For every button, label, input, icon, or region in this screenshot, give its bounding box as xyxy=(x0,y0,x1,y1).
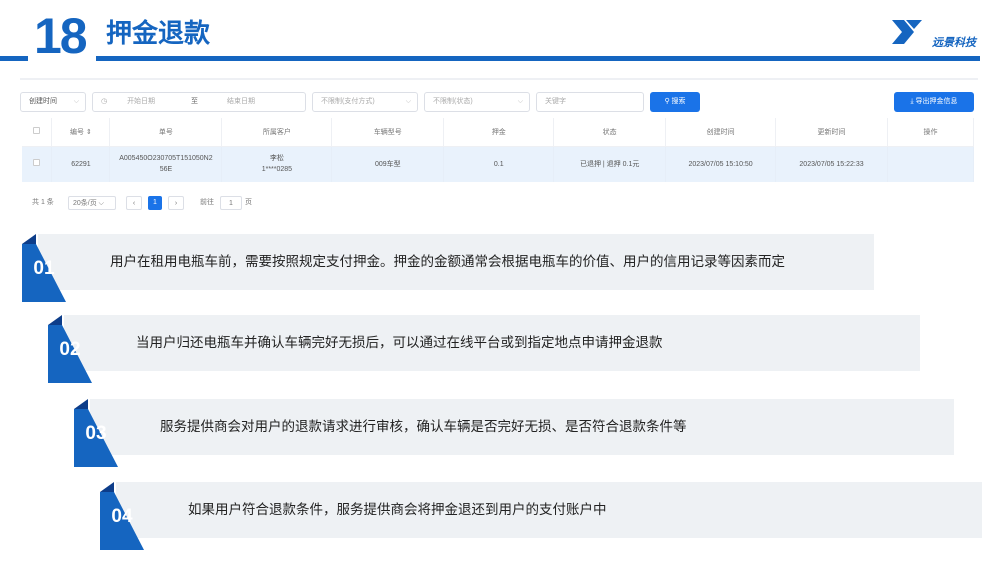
header-bar-right xyxy=(96,56,980,61)
step-1: 用户在租用电瓶车前，需要按照规定支付押金。押金的金额通常会根据电瓶车的价值、用户… xyxy=(38,234,874,290)
step-badge-03: 03 xyxy=(74,399,118,467)
page-size-select[interactable]: 20条/页 ⌵ xyxy=(68,196,116,210)
row-checkbox[interactable] xyxy=(22,146,53,182)
prev-page-button[interactable]: ‹ xyxy=(126,196,142,210)
search-icon: ⚲ xyxy=(664,98,670,105)
cell-updated: 2023/07/05 15:22:33 xyxy=(775,146,888,182)
status-select[interactable]: 不限制(状态) ⌵ xyxy=(424,92,530,112)
table-header-row: 编号 ⇕ 单号 所属客户 车辆型号 押金 状态 创建时间 更新时间 操作 xyxy=(22,118,974,147)
chevron-down-icon: ⌵ xyxy=(517,98,523,105)
column-header: 车辆型号 xyxy=(331,118,445,147)
goto-label: 前往 xyxy=(200,199,214,206)
column-header: 创建时间 xyxy=(665,118,777,147)
step-number: 01 xyxy=(33,258,55,279)
page-unit: 页 xyxy=(245,199,252,206)
table-row[interactable]: 62291 A005450O230705T151050N2 56E 李松 1****… xyxy=(22,146,974,182)
step-number: 03 xyxy=(85,423,107,444)
date-type-value: 创建时间 xyxy=(29,98,57,105)
column-header: 单号 xyxy=(109,118,223,147)
goto-page-input[interactable]: 1 xyxy=(220,196,242,210)
step-3: 服务提供商会对用户的退款请求进行审核，确认车辆是否完好无损、是否符合退款条件等 xyxy=(90,399,954,455)
cell-created: 2023/07/05 15:10:50 xyxy=(665,146,777,182)
page-title: 押金退款 xyxy=(106,19,211,49)
step-number: 04 xyxy=(111,506,133,527)
cell-customer: 李松 1****0285 xyxy=(221,146,333,182)
deposit-admin-panel: 创建时间 ⌵ ◷ 开始日期 至 结束日期 不限制(支付方式) ⌵ 不限制(状态) ⌵ … xyxy=(20,78,978,216)
total-count: 共 1 条 xyxy=(32,199,54,206)
chevron-down-icon: ⌵ xyxy=(73,98,79,105)
export-button[interactable]: ⤓ 导出押金信息 xyxy=(894,92,974,112)
next-page-button[interactable]: › xyxy=(168,196,184,210)
date-separator: 至 xyxy=(191,98,198,105)
step-badge-01: 01 xyxy=(22,234,66,302)
step-badge-02: 02 xyxy=(48,315,92,383)
cell-actions xyxy=(887,146,974,182)
deposit-table: 编号 ⇕ 单号 所属客户 车辆型号 押金 状态 创建时间 更新时间 操作 622… xyxy=(22,118,974,182)
search-button[interactable]: ⚲ 搜索 xyxy=(650,92,700,112)
cell-deposit: 0.1 xyxy=(443,146,555,182)
cell-id: 62291 xyxy=(51,146,111,182)
cell-model: 009车型 xyxy=(331,146,445,182)
cell-order: A005450O230705T151050N2 56E xyxy=(109,146,223,182)
status-value: 不限制(状态) xyxy=(433,98,473,105)
step-text: 当用户归还电瓶车并确认车辆完好无损后，可以通过在线平台或到指定地点申请押金退款 xyxy=(136,335,663,351)
pay-method-value: 不限制(支付方式) xyxy=(321,98,375,105)
column-header: 押金 xyxy=(443,118,555,147)
download-icon: ⤓ xyxy=(910,98,914,105)
column-header: 更新时间 xyxy=(775,118,888,147)
date-type-select[interactable]: 创建时间 ⌵ xyxy=(20,92,86,112)
keyword-placeholder: 关键字 xyxy=(545,98,566,105)
logo-text: 远景科技 xyxy=(932,36,976,49)
column-header[interactable]: 编号 ⇕ xyxy=(51,118,111,147)
search-button-label: 搜索 xyxy=(671,98,686,105)
step-badge-04: 04 xyxy=(100,482,144,550)
end-date-input[interactable]: 结束日期 xyxy=(227,93,255,111)
step-text: 用户在租用电瓶车前，需要按照规定支付押金。押金的金额通常会根据电瓶车的价值、用户… xyxy=(110,254,785,270)
header-bar-left xyxy=(0,56,28,61)
section-number: 18 xyxy=(34,8,88,64)
step-text: 服务提供商会对用户的退款请求进行审核，确认车辆是否完好无损、是否符合退款条件等 xyxy=(160,419,687,435)
column-header: 操作 xyxy=(887,118,974,147)
date-range-picker[interactable]: ◷ 开始日期 至 结束日期 xyxy=(92,92,306,112)
step-2: 当用户归还电瓶车并确认车辆完好无损后，可以通过在线平台或到指定地点申请押金退款 xyxy=(64,315,920,371)
column-header: 所属客户 xyxy=(221,118,333,147)
filter-bar: 创建时间 ⌵ ◷ 开始日期 至 结束日期 不限制(支付方式) ⌵ 不限制(状态) ⌵ … xyxy=(20,92,978,112)
sort-icon: ⇕ xyxy=(85,128,92,136)
export-button-label: 导出押金信息 xyxy=(915,98,958,105)
keyword-input[interactable]: 关键字 xyxy=(536,92,644,112)
clock-icon: ◷ xyxy=(101,98,108,105)
current-page[interactable]: 1 xyxy=(148,196,162,210)
step-4: 如果用户符合退款条件，服务提供商会将押金退还到用户的支付账户中 xyxy=(116,482,982,538)
cell-status: 已退押 | 退押 0.1元 xyxy=(553,146,667,182)
step-number: 02 xyxy=(59,339,81,360)
select-all-checkbox[interactable] xyxy=(22,118,53,147)
chevron-down-icon: ⌵ xyxy=(405,98,411,105)
column-header: 状态 xyxy=(553,118,667,147)
step-text: 如果用户符合退款条件，服务提供商会将押金退还到用户的支付账户中 xyxy=(188,502,607,518)
start-date-input[interactable]: 开始日期 xyxy=(127,98,155,105)
pay-method-select[interactable]: 不限制(支付方式) ⌵ xyxy=(312,92,418,112)
